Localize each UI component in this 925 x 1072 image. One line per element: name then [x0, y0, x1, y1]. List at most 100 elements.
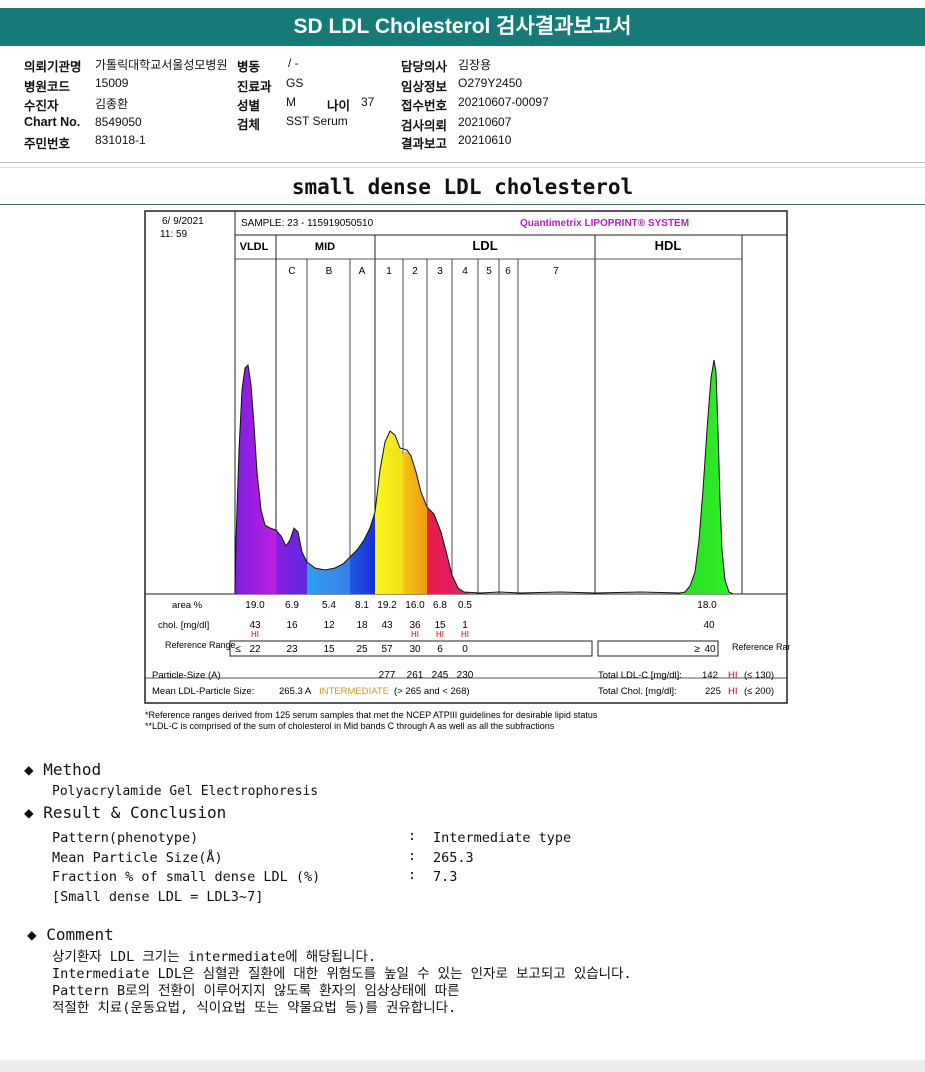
value-clinical-info: O279Y2450 — [458, 76, 523, 90]
ref-4: 0 — [462, 644, 468, 655]
value-age: 37 — [361, 95, 375, 109]
area-3: 6.8 — [433, 600, 447, 611]
label-receipt-no: 접수번호 — [401, 99, 448, 113]
method-heading: ◆ Method — [24, 760, 101, 779]
comment-line: 적절한 치료(운동요법, 식이요법 또는 약물요법 등)를 권유합니다. — [52, 1000, 457, 1016]
result-colon: : — [408, 828, 417, 844]
band-label-1: 1 — [386, 266, 392, 277]
ref-a: 25 — [356, 644, 368, 655]
label-clinical-info: 임상정보 — [401, 80, 448, 94]
value-hospital-code: 15009 — [95, 76, 129, 90]
band-label-7: 7 — [553, 266, 559, 277]
label-specimen: 검체 — [237, 118, 261, 132]
label-resident-no: 주민번호 — [24, 137, 71, 151]
ref-hdl: 40 — [704, 644, 716, 655]
ref-vldl: 22 — [249, 644, 261, 655]
group-label-hdl: HDL — [655, 238, 682, 253]
result-colon: : — [408, 867, 417, 883]
group-label-mid: MID — [315, 241, 335, 253]
chol-a: 18 — [356, 620, 368, 631]
total-chol-flag: HI — [728, 686, 738, 697]
footnote-1: *Reference ranges derived from 125 serum… — [145, 710, 598, 720]
area-b: 5.4 — [322, 600, 336, 611]
area-c: 6.9 — [285, 600, 299, 611]
area-2: 16.0 — [405, 600, 425, 611]
method-title: Method — [43, 760, 102, 779]
band-label-6: 6 — [505, 266, 511, 277]
label-doctor: 담당의사 — [401, 60, 448, 74]
row-label-mean: Mean LDL-Particle Size: — [152, 686, 254, 697]
area-vldl: 19.0 — [245, 600, 265, 611]
ref-hdl-op: ≥ — [694, 644, 700, 655]
footnote-2: **LDL-C is comprised of the sum of chole… — [145, 721, 555, 731]
row-label-ref: Reference Range — [165, 640, 236, 650]
result-heading: ◆ Result & Conclusion — [24, 803, 226, 822]
area-1: 19.2 — [377, 600, 397, 611]
total-ldl-ref: (≤ 130) — [744, 670, 774, 681]
value-ward: / - — [288, 56, 299, 70]
result-note: [Small dense LDL = LDL3~7] — [52, 889, 264, 905]
mean-size-category: INTERMEDIATE — [319, 686, 389, 697]
section-title: small dense LDL cholesterol — [291, 175, 634, 199]
result-colon: : — [408, 848, 417, 864]
label-age: 나이 — [327, 99, 351, 113]
area-4: 0.5 — [458, 600, 472, 611]
mean-size-value: 265.3 A — [279, 686, 312, 697]
label-sex: 성별 — [237, 99, 261, 113]
group-label-ldl: LDL — [472, 238, 497, 253]
ref-1: 57 — [381, 644, 393, 655]
band-label-4: 4 — [462, 266, 468, 277]
section-underline — [0, 204, 925, 205]
comment-title: Comment — [46, 925, 114, 944]
hi-flag-2: HI — [411, 630, 419, 639]
hi-flag-4: HI — [461, 630, 469, 639]
result-label-pattern: Pattern(phenotype) — [52, 830, 199, 846]
report-title: SD LDL Cholesterol 검사결과보고서 — [0, 8, 925, 46]
hi-flag-vldl: HI — [251, 630, 259, 639]
result-label-size: Mean Particle Size(Å) — [52, 850, 223, 866]
row-label-chol: chol. [mg/dl] — [158, 620, 209, 631]
label-chart-no: Chart No. — [24, 115, 81, 129]
label-department: 진료과 — [237, 80, 272, 94]
band-label-5: 5 — [486, 266, 492, 277]
value-department: GS — [286, 76, 304, 90]
row-label-area: area % — [172, 600, 203, 611]
result-title: Result & Conclusion — [43, 803, 227, 822]
total-chol-value: 225 — [705, 686, 721, 697]
row-label-size: Particle-Size (A) — [152, 670, 221, 681]
chart-brand: Quantimetrix LIPOPRINT® SYSTEM — [520, 218, 689, 229]
result-value-fraction: 7.3 — [433, 869, 458, 885]
size-3: 245 — [432, 670, 449, 681]
ref-b: 15 — [323, 644, 335, 655]
label-result-report: 결과보고 — [401, 137, 448, 151]
divider — [0, 167, 925, 168]
value-sex: M — [286, 95, 296, 109]
ref-c: 23 — [286, 644, 298, 655]
ref-vldl-op: ≤ — [235, 644, 241, 655]
lipoprint-chart: 6/ 9/2021 11: 59 SAMPLE: 23 - 1159190505… — [144, 210, 790, 731]
ref-2: 30 — [409, 644, 421, 655]
total-chol-ref: (≤ 200) — [744, 686, 774, 697]
chart-sample: SAMPLE: 23 - 115919050510 — [241, 218, 374, 229]
bottom-bar — [0, 1060, 925, 1072]
chol-hdl: 40 — [703, 620, 715, 631]
ref-3: 6 — [437, 644, 443, 655]
diamond-bullet-icon: ◆ — [27, 925, 37, 944]
value-patient: 김종환 — [95, 97, 129, 111]
value-doctor: 김장용 — [458, 58, 492, 72]
chol-b: 12 — [323, 620, 335, 631]
area-hdl: 18.0 — [697, 600, 717, 611]
band-label-a: A — [359, 266, 366, 277]
value-resident-no: 831018-1 — [95, 133, 146, 147]
value-specimen: SST Serum — [286, 114, 348, 128]
total-ldl-value: 142 — [702, 670, 718, 681]
comment-heading: ◆ Comment — [27, 925, 114, 944]
chol-1: 43 — [381, 620, 393, 631]
band-label-3: 3 — [437, 266, 443, 277]
ref-side-label: Reference Range — [732, 642, 790, 652]
band-label-b: B — [326, 266, 333, 277]
label-ward: 병동 — [237, 60, 261, 74]
band-label-2: 2 — [412, 266, 418, 277]
value-chart-no: 8549050 — [95, 115, 142, 129]
chol-c: 16 — [286, 620, 298, 631]
